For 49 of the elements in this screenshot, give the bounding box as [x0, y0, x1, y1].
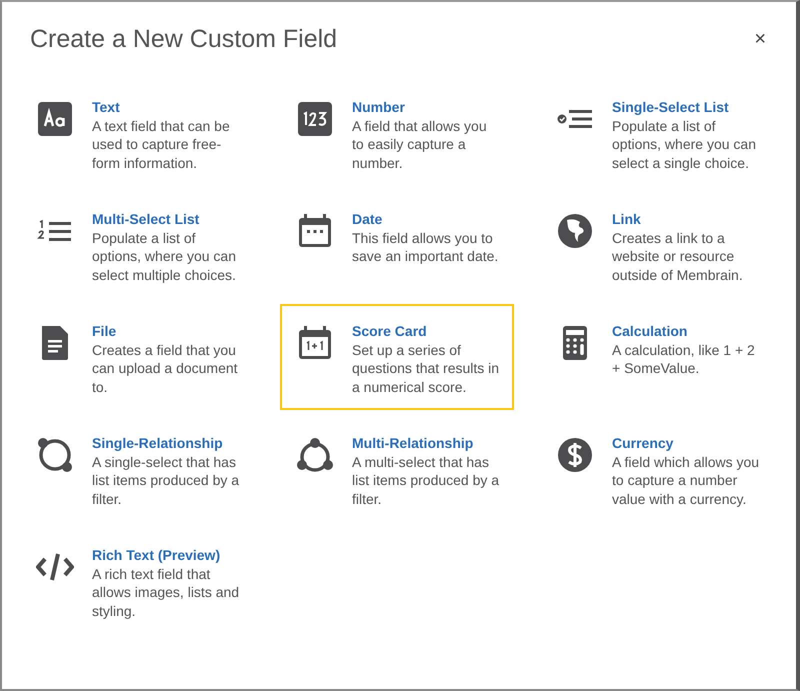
relationship-icon [36, 436, 74, 474]
option-title: Single-Select List [612, 98, 730, 116]
option-title: Link [612, 210, 642, 228]
option-description: A rich text field that allows images, lists and styling. [92, 564, 240, 620]
field-type-option[interactable]: Date This field allows you to save an important date. [280, 192, 514, 298]
option-description: Creates a field that you can upload a document to. [92, 340, 239, 396]
option-title: Date [352, 210, 384, 228]
option-description: Creates a link to a website or resource outside of Membrain. [612, 228, 744, 284]
dollar-icon [556, 436, 594, 474]
field-type-option[interactable]: Score Card Set up a series of questions that results in a numerical score. [280, 304, 514, 410]
field-type-option[interactable]: Single-Select List Populate a list of options, where you can select a single choice. [540, 80, 774, 186]
option-description: A field which allows you to capture a number value with a currency. [612, 452, 760, 508]
option-title: File [92, 322, 118, 340]
option-title: Rich Text (Preview) [92, 546, 222, 564]
numbers-icon [296, 100, 334, 138]
field-type-option[interactable]: Multi-Select List Populate a list of options, where you can select multiple choices. [20, 192, 254, 298]
field-type-option[interactable]: Single-Relationship A single-select that has list items produced by a filter. [20, 416, 254, 522]
option-description: Populate a list of options, where you can select a single choice. [612, 116, 757, 172]
globe-icon [556, 212, 594, 250]
field-type-option[interactable]: File Creates a field that you can upload a document to. [20, 304, 254, 410]
option-title: Currency [612, 434, 674, 452]
field-type-option[interactable]: Text A text field that can be used to capture free-form information. [20, 80, 254, 186]
option-description: A text field that can be used to capture free-form information. [92, 116, 231, 172]
option-description: A single-select that has list items produced by a filter. [92, 452, 240, 508]
relationship-icon [296, 436, 334, 474]
option-title: Score Card [352, 322, 428, 340]
option-title: Multi-Relationship [352, 434, 474, 452]
calendar-icon [296, 212, 334, 250]
dialog-title: Create a New Custom Field [30, 24, 338, 54]
option-title: Calculation [612, 322, 688, 340]
field-type-option[interactable]: Link Creates a link to a website or resource outside of Membrain. [540, 192, 774, 298]
field-type-option[interactable]: Number A field that allows you to easily capture a number. [280, 80, 514, 186]
option-description: A calculation, like 1 + 2 + SomeValue. [612, 340, 756, 378]
letters-icon [36, 100, 74, 138]
option-title: Number [352, 98, 406, 116]
option-title: Text [92, 98, 121, 116]
option-description: This field allows you to save an important date. [352, 228, 500, 266]
close-button[interactable]: × [748, 29, 772, 49]
option-description: Set up a series of questions that results in a numerical score. [352, 340, 500, 396]
option-description: A multi-select that has list items produced by a filter. [352, 452, 500, 508]
field-type-option[interactable]: Calculation A calculation, like 1 + 2 + SomeValue. [540, 304, 774, 410]
calendar-icon [296, 324, 334, 362]
option-description: A field that allows you to easily capture a number. [352, 116, 488, 172]
option-title: Multi-Select List [92, 210, 200, 228]
option-title: Single-Relationship [92, 434, 224, 452]
field-type-option[interactable]: Currency A field which allows you to capture a number value with a currency. [540, 416, 774, 522]
field-type-option[interactable]: Rich Text (Preview) A rich text field that allows images, lists and styling. [20, 528, 254, 634]
option-description: Populate a list of options, where you can select multiple choices. [92, 228, 237, 284]
field-type-option[interactable]: Multi-Relationship A multi-select that has list items produced by a filter. [280, 416, 514, 522]
